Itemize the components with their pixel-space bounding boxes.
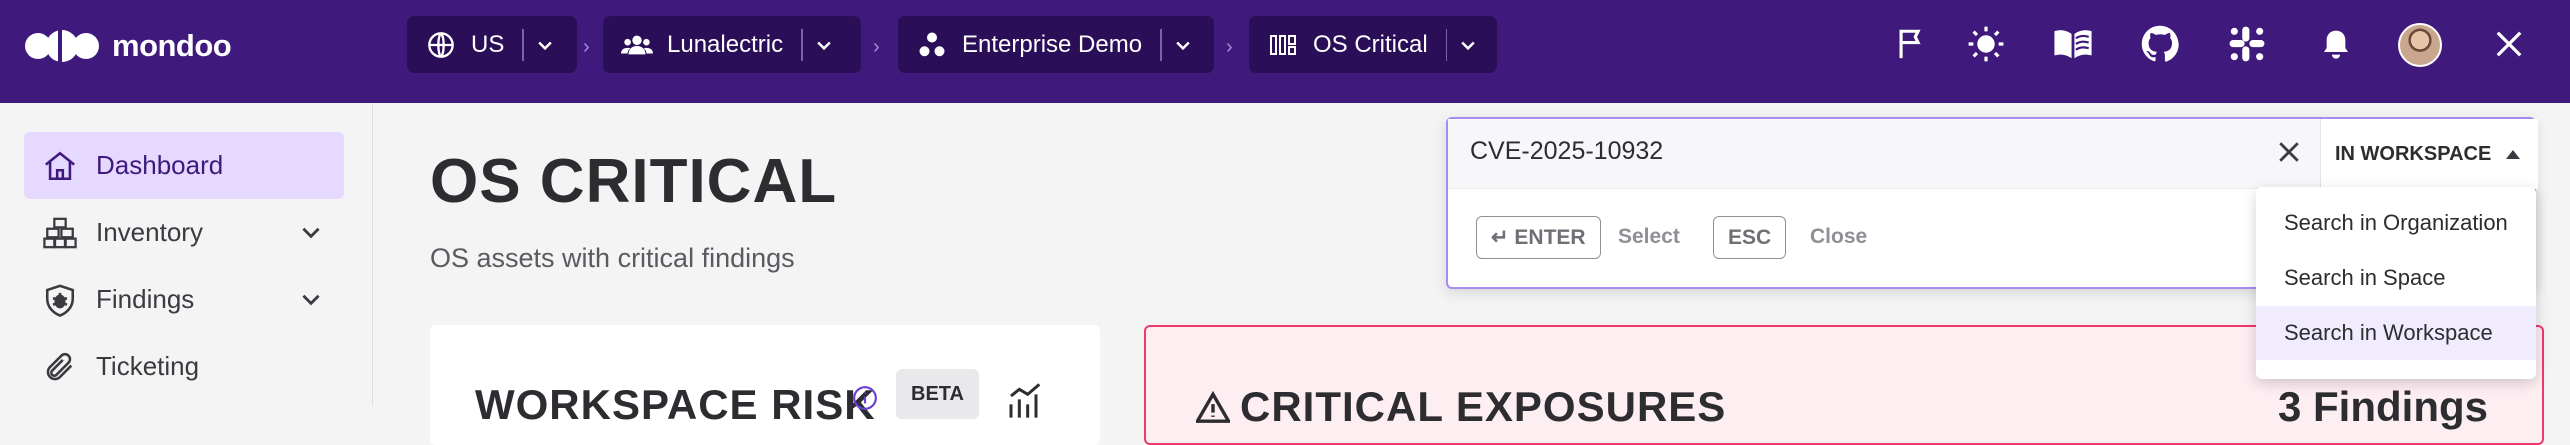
scope-option-organization[interactable]: Search in Organization: [2256, 196, 2536, 250]
breadcrumb-workspace[interactable]: OS Critical: [1249, 16, 1497, 73]
card-title: CRITICAL EXPOSURES: [1196, 383, 1726, 431]
sidebar-item-dashboard[interactable]: Dashboard: [24, 132, 344, 199]
bug-shield-icon: [40, 280, 80, 320]
chevron-down-icon[interactable]: [1162, 16, 1204, 73]
search-scope-dropdown: Search in Organization Search in Space S…: [2256, 187, 2536, 379]
esc-key-hint: ESC: [1713, 216, 1787, 259]
globe-icon: [425, 29, 457, 61]
home-icon: [40, 146, 80, 186]
users-icon: [621, 29, 653, 61]
beta-badge: BETA: [896, 369, 979, 419]
breadcrumb-space[interactable]: Enterprise Demo: [898, 16, 1214, 73]
workspace-risk-card: WORKSPACE RISK BETA: [430, 325, 1100, 445]
card-title: WORKSPACE RISK: [475, 381, 876, 428]
info-icon[interactable]: [852, 385, 878, 411]
search-bar: CVE-2025-10932 IN WORKSPACE: [1448, 119, 2538, 189]
search-input[interactable]: CVE-2025-10932: [1470, 137, 1663, 166]
top-bar: mondoo US › Lunalectric › Enterprise Dem…: [0, 0, 2570, 103]
chevron-down-icon[interactable]: [524, 16, 566, 73]
inventory-icon: [40, 213, 80, 253]
bar-chart-icon[interactable]: [1006, 381, 1046, 421]
scope-option-workspace[interactable]: Search in Workspace: [2256, 306, 2536, 360]
close-icon[interactable]: [2487, 22, 2531, 66]
breadcrumb-region-label: US: [471, 30, 505, 58]
page-title: OS CRITICAL: [430, 147, 838, 216]
enter-hint-label: Select: [1618, 225, 1680, 248]
logo-text: mondoo: [112, 28, 232, 63]
card-title-text: CRITICAL EXPOSURES: [1240, 383, 1727, 430]
page-subtitle: OS assets with critical findings: [430, 243, 795, 273]
paperclip-icon: [40, 347, 80, 387]
breadcrumb-space-label: Enterprise Demo: [962, 30, 1143, 58]
breadcrumb-region[interactable]: US: [407, 16, 577, 73]
sidebar-item-findings[interactable]: Findings: [24, 266, 344, 333]
caret-up-icon: [2506, 150, 2521, 159]
clear-search-icon[interactable]: [2274, 137, 2304, 167]
avatar[interactable]: [2398, 23, 2442, 67]
breadcrumb-separator: ›: [873, 36, 880, 58]
sidebar-item-ticketing[interactable]: Ticketing: [24, 333, 344, 400]
chevron-down-icon[interactable]: [803, 16, 845, 73]
warning-icon: [1196, 391, 1230, 423]
sidebar-item-inventory[interactable]: Inventory: [24, 199, 344, 266]
sidebar-item-label: Findings: [96, 284, 195, 314]
mondoo-logo[interactable]: mondoo: [24, 26, 232, 66]
sidebar-item-label: Inventory: [96, 217, 203, 247]
breadcrumb-separator: ›: [583, 36, 590, 58]
breadcrumb-organization-label: Lunalectric: [667, 30, 784, 58]
findings-count[interactable]: 3 Findings: [2278, 383, 2488, 431]
bell-icon[interactable]: [2314, 22, 2358, 66]
chevron-down-icon[interactable]: [298, 286, 324, 312]
sidebar: Dashboard Inventory Findings Ticketing: [0, 103, 373, 406]
github-icon[interactable]: [2138, 22, 2182, 66]
sun-icon[interactable]: [1964, 22, 2008, 66]
space-icon: [916, 29, 948, 61]
sidebar-item-label: Dashboard: [96, 150, 224, 180]
workspace-icon: [1267, 29, 1299, 61]
scope-option-space[interactable]: Search in Space: [2256, 251, 2536, 305]
flag-icon[interactable]: [1889, 22, 1933, 66]
mondoo-logo-mark: [25, 27, 99, 65]
breadcrumb-workspace-label: OS Critical: [1313, 30, 1428, 58]
breadcrumb-separator: ›: [1226, 36, 1233, 58]
search-scope-label: IN WORKSPACE: [2335, 142, 2492, 165]
slack-icon[interactable]: [2225, 22, 2269, 66]
book-icon[interactable]: [2051, 22, 2095, 66]
chevron-down-icon[interactable]: [298, 219, 324, 245]
enter-key-hint: ↵ ENTER: [1476, 216, 1601, 259]
chevron-down-icon[interactable]: [1447, 16, 1489, 73]
esc-hint-label: Close: [1810, 225, 1868, 248]
breadcrumb-organization[interactable]: Lunalectric: [603, 16, 861, 73]
sidebar-item-label: Ticketing: [96, 351, 200, 381]
search-scope-select[interactable]: IN WORKSPACE: [2320, 119, 2538, 189]
